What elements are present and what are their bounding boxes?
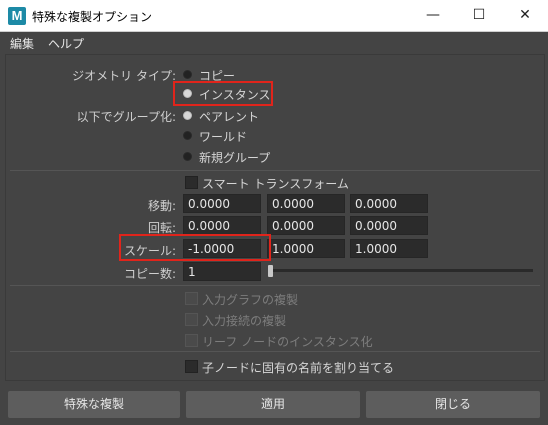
radio-new-group[interactable] [183, 152, 192, 161]
options-panel: ジオメトリ タイプ: コピー インスタンス 以下でグループ化: ペアレント ワー… [5, 54, 545, 381]
instance-leaf-nodes-label: リーフ ノードのインスタンス化 [202, 335, 373, 349]
minimize-button[interactable]: — [410, 0, 456, 31]
instance-leaf-nodes-checkbox[interactable] [185, 334, 198, 347]
rotate-y-field[interactable]: 0.0000 [267, 216, 345, 235]
smart-transform-label: スマート トランスフォーム [202, 177, 349, 191]
maya-app-icon: M [8, 7, 26, 25]
title-bar: M 特殊な複製オプション — ☐ ✕ [0, 0, 548, 32]
translate-y-field[interactable]: 0.0000 [267, 194, 345, 213]
duplicate-input-graph-checkbox[interactable] [185, 292, 198, 305]
duplicate-special-button[interactable]: 特殊な複製 [8, 391, 180, 418]
radio-world[interactable] [183, 131, 192, 140]
radio-copy[interactable] [183, 70, 192, 79]
radio-world-label: ワールド [199, 130, 248, 144]
menu-edit[interactable]: 編集 [10, 35, 34, 52]
copies-slider-handle[interactable] [268, 265, 273, 277]
translate-x-field[interactable]: 0.0000 [183, 194, 261, 213]
copies-slider-track[interactable] [268, 269, 533, 272]
window-title: 特殊な複製オプション [32, 10, 153, 24]
rotate-z-field[interactable]: 0.0000 [350, 216, 428, 235]
menu-help[interactable]: ヘルプ [48, 35, 84, 52]
instance-highlight-box [173, 81, 273, 106]
copies-label: コピー数: [123, 267, 176, 281]
group-under-label: 以下でグループ化: [76, 110, 176, 124]
duplicate-input-connections-label: 入力接続の複製 [202, 314, 287, 328]
smart-transform-checkbox[interactable] [185, 176, 198, 189]
rotate-x-field[interactable]: 0.0000 [183, 216, 261, 235]
close-button[interactable]: 閉じる [366, 391, 540, 418]
close-window-button[interactable]: ✕ [502, 0, 548, 31]
geometry-type-label: ジオメトリ タイプ: [72, 69, 176, 83]
duplicate-input-connections-checkbox[interactable] [185, 313, 198, 326]
maximize-button[interactable]: ☐ [456, 0, 502, 31]
translate-label: 移動: [147, 199, 176, 213]
menu-bar: 編集 ヘルプ [0, 32, 548, 54]
assign-unique-names-checkbox[interactable] [185, 360, 198, 373]
apply-button[interactable]: 適用 [186, 391, 360, 418]
radio-parent-label: ペアレント [199, 110, 260, 124]
separator [10, 285, 540, 286]
scale-y-field[interactable]: 1.0000 [267, 239, 345, 258]
radio-parent[interactable] [183, 111, 192, 120]
separator [10, 170, 540, 171]
assign-unique-names-label: 子ノードに固有の名前を割り当てる [202, 361, 395, 375]
separator [10, 351, 540, 352]
scale-highlight-box [119, 234, 271, 261]
translate-z-field[interactable]: 0.0000 [350, 194, 428, 213]
duplicate-input-graph-label: 入力グラフの複製 [202, 293, 299, 307]
copies-field[interactable]: 1 [183, 262, 261, 281]
radio-new-group-label: 新規グループ [199, 151, 271, 165]
scale-z-field[interactable]: 1.0000 [350, 239, 428, 258]
